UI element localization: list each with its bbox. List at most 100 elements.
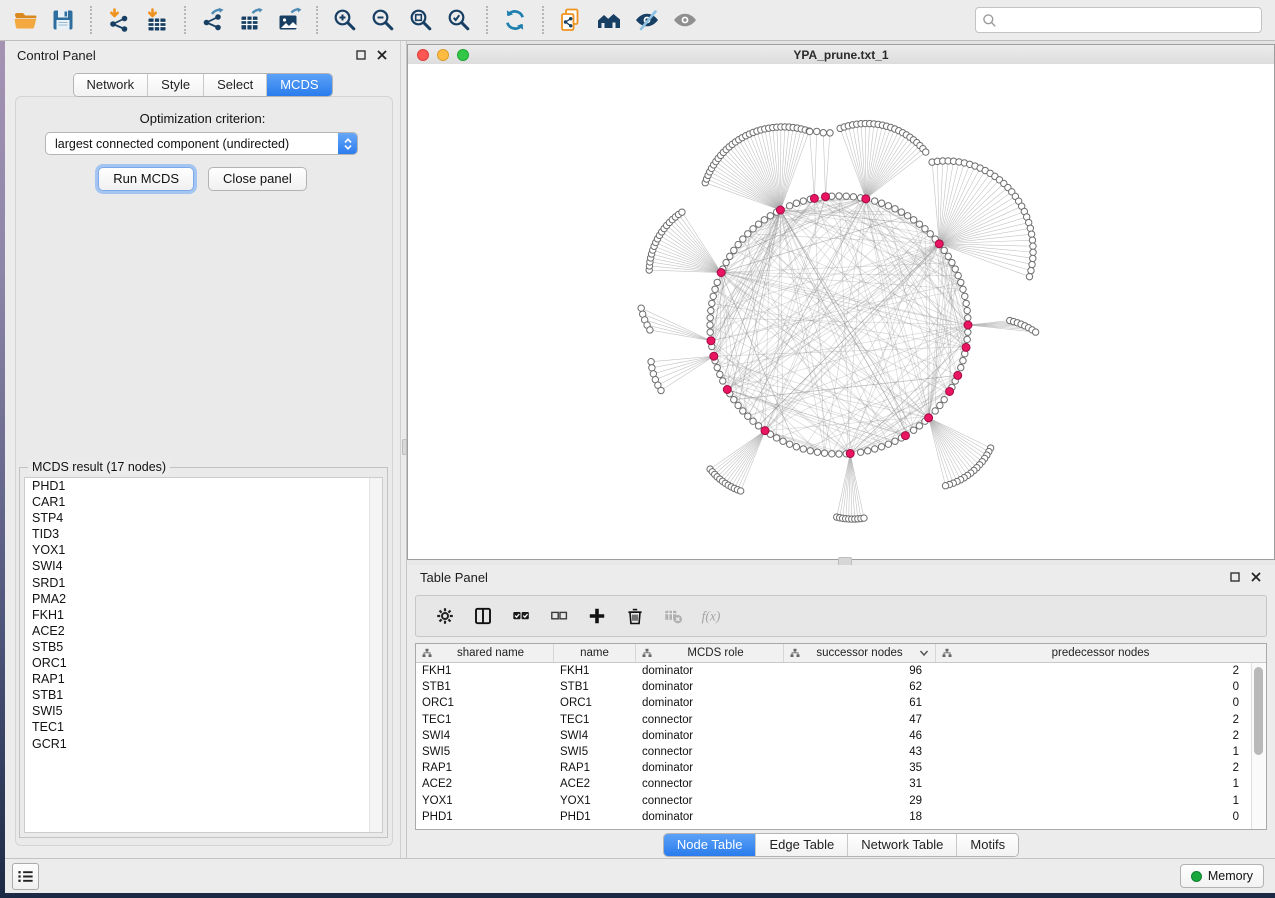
import-table-button[interactable] [140,3,174,37]
column-header-name[interactable]: name [554,644,636,662]
table-header-row: shared name name MCDS role successor nodesp… [416,644,1266,663]
show-column-button[interactable] [467,600,499,632]
table-row[interactable]: SWI4SWI4dominator462 [416,728,1266,744]
add-column-button[interactable] [581,600,613,632]
table-tab-edge-table[interactable]: Edge Table [755,834,847,856]
mcds-result-item[interactable]: STB1 [25,687,382,703]
tab-style[interactable]: Style [147,74,203,96]
close-table-panel-icon[interactable] [1250,571,1262,583]
table-cell: dominator [636,811,784,823]
search-box[interactable] [975,7,1262,33]
memory-button[interactable]: Memory [1180,864,1264,888]
table-panel-titlebar: Table Panel [407,565,1275,589]
table-row[interactable]: ACE2ACE2connector311 [416,776,1266,792]
optimization-criterion-label: Optimization criterion: [5,111,400,126]
table-row[interactable]: SWI5SWI5connector431 [416,744,1266,760]
zoom-selected-button[interactable] [442,3,476,37]
table-tab-motifs[interactable]: Motifs [956,834,1018,856]
table-row[interactable]: TEC1TEC1connector472 [416,712,1266,728]
open-session-button[interactable] [8,3,42,37]
network-window-titlebar[interactable]: YPA_prune.txt_1 [408,45,1274,65]
vertical-splitter[interactable] [400,41,407,858]
tab-mcds[interactable]: MCDS [266,74,331,96]
mcds-result-item[interactable]: FKH1 [25,607,382,623]
table-row[interactable]: RAP1RAP1dominator352 [416,760,1266,776]
mcds-result-item[interactable]: CAR1 [25,494,382,510]
table-tab-network-table[interactable]: Network Table [847,834,956,856]
splitter-handle[interactable] [402,439,407,455]
show-hidden-button[interactable] [668,3,702,37]
float-table-panel-icon[interactable] [1229,571,1241,583]
mcds-result-item[interactable]: GCR1 [25,736,382,752]
result-list-scrollbar[interactable] [369,478,382,832]
import-network-button[interactable] [102,3,136,37]
refresh-network-button[interactable] [498,3,532,37]
run-mcds-button[interactable]: Run MCDS [98,167,194,191]
mcds-result-item[interactable]: STB5 [25,639,382,655]
export-network-button[interactable] [196,3,230,37]
table-scrollbar[interactable] [1251,663,1266,829]
column-header-predecessor-nodes[interactable]: predecessor nodes [936,644,1253,662]
table-row[interactable]: STB1STB1dominator620 [416,679,1266,695]
show-all-views-button[interactable] [592,3,626,37]
export-image-button[interactable] [272,3,306,37]
mcds-result-item[interactable]: STP4 [25,510,382,526]
delete-column-button[interactable] [619,600,651,632]
table-row[interactable]: FKH1FKH1dominator962 [416,663,1266,679]
table-toolbar: f(x) [415,595,1267,637]
save-session-button[interactable] [46,3,80,37]
zoom-in-button[interactable] [328,3,362,37]
table-cell: SWI5 [554,746,636,758]
mcds-result-item[interactable]: TID3 [25,526,382,542]
settings-button[interactable] [429,600,461,632]
search-input[interactable] [1002,12,1255,28]
network-canvas[interactable] [408,64,1274,559]
hide-selected-button[interactable] [630,3,664,37]
clone-network-button[interactable] [554,3,588,37]
mcds-result-item[interactable]: ORC1 [25,655,382,671]
select-all-button[interactable] [505,600,537,632]
float-panel-icon[interactable] [355,49,367,61]
toolbar-separator [486,6,488,34]
table-cell: dominator [636,697,784,709]
column-header-successor-nodes[interactable]: successor nodes [784,644,936,662]
node-table[interactable]: shared name name MCDS role successor nodesp… [415,643,1267,830]
tab-select[interactable]: Select [203,74,266,96]
mcds-result-item[interactable]: SRD1 [25,575,382,591]
table-cell: SWI4 [554,730,636,742]
table-row[interactable]: ORC1ORC1dominator610 [416,695,1266,711]
function-builder-button: f(x) [695,600,727,632]
mcds-result-item[interactable]: PHD1 [25,478,382,494]
mcds-result-item[interactable]: YOX1 [25,542,382,558]
column-header-shared-name[interactable]: shared name [416,644,554,662]
zoom-fit-button[interactable] [404,3,438,37]
zoom-out-button[interactable] [366,3,400,37]
table-scrollbar-thumb[interactable] [1254,667,1263,755]
deselect-all-icon [549,606,569,626]
search-icon [982,13,997,28]
column-label: MCDS role [652,647,779,659]
table-row[interactable]: PHD1PHD1dominator180 [416,809,1266,825]
mcds-result-list[interactable]: PHD1CAR1STP4TID3YOX1SWI4SRD1PMA2FKH1ACE2… [24,477,383,833]
mcds-result-item[interactable]: PMA2 [25,591,382,607]
mcds-result-item[interactable]: SWI4 [25,558,382,574]
column-header-mcds-role[interactable]: MCDS role [636,644,784,662]
mcds-result-item[interactable]: ACE2 [25,623,382,639]
close-panel-button[interactable]: Close panel [208,167,307,191]
table-tab-node-table[interactable]: Node Table [664,834,756,856]
deselect-all-button[interactable] [543,600,575,632]
tab-network[interactable]: Network [73,74,147,96]
toolbar-separator [90,6,92,34]
mcds-result-item[interactable]: TEC1 [25,719,382,735]
svg-text:f(x): f(x) [702,609,721,624]
export-table-button[interactable] [234,3,268,37]
mcds-result-item[interactable]: RAP1 [25,671,382,687]
table-row[interactable]: YOX1YOX1connector291 [416,793,1266,809]
table-panel: Table Panel f(x) shared name name MCDS rol… [407,565,1275,858]
network-graph[interactable] [408,64,1274,559]
column-label: shared name [432,647,549,659]
close-panel-icon[interactable] [376,49,388,61]
show-panels-button[interactable] [12,863,39,890]
optimization-criterion-select[interactable]: largest connected component (undirected) [45,132,358,155]
mcds-result-item[interactable]: SWI5 [25,703,382,719]
